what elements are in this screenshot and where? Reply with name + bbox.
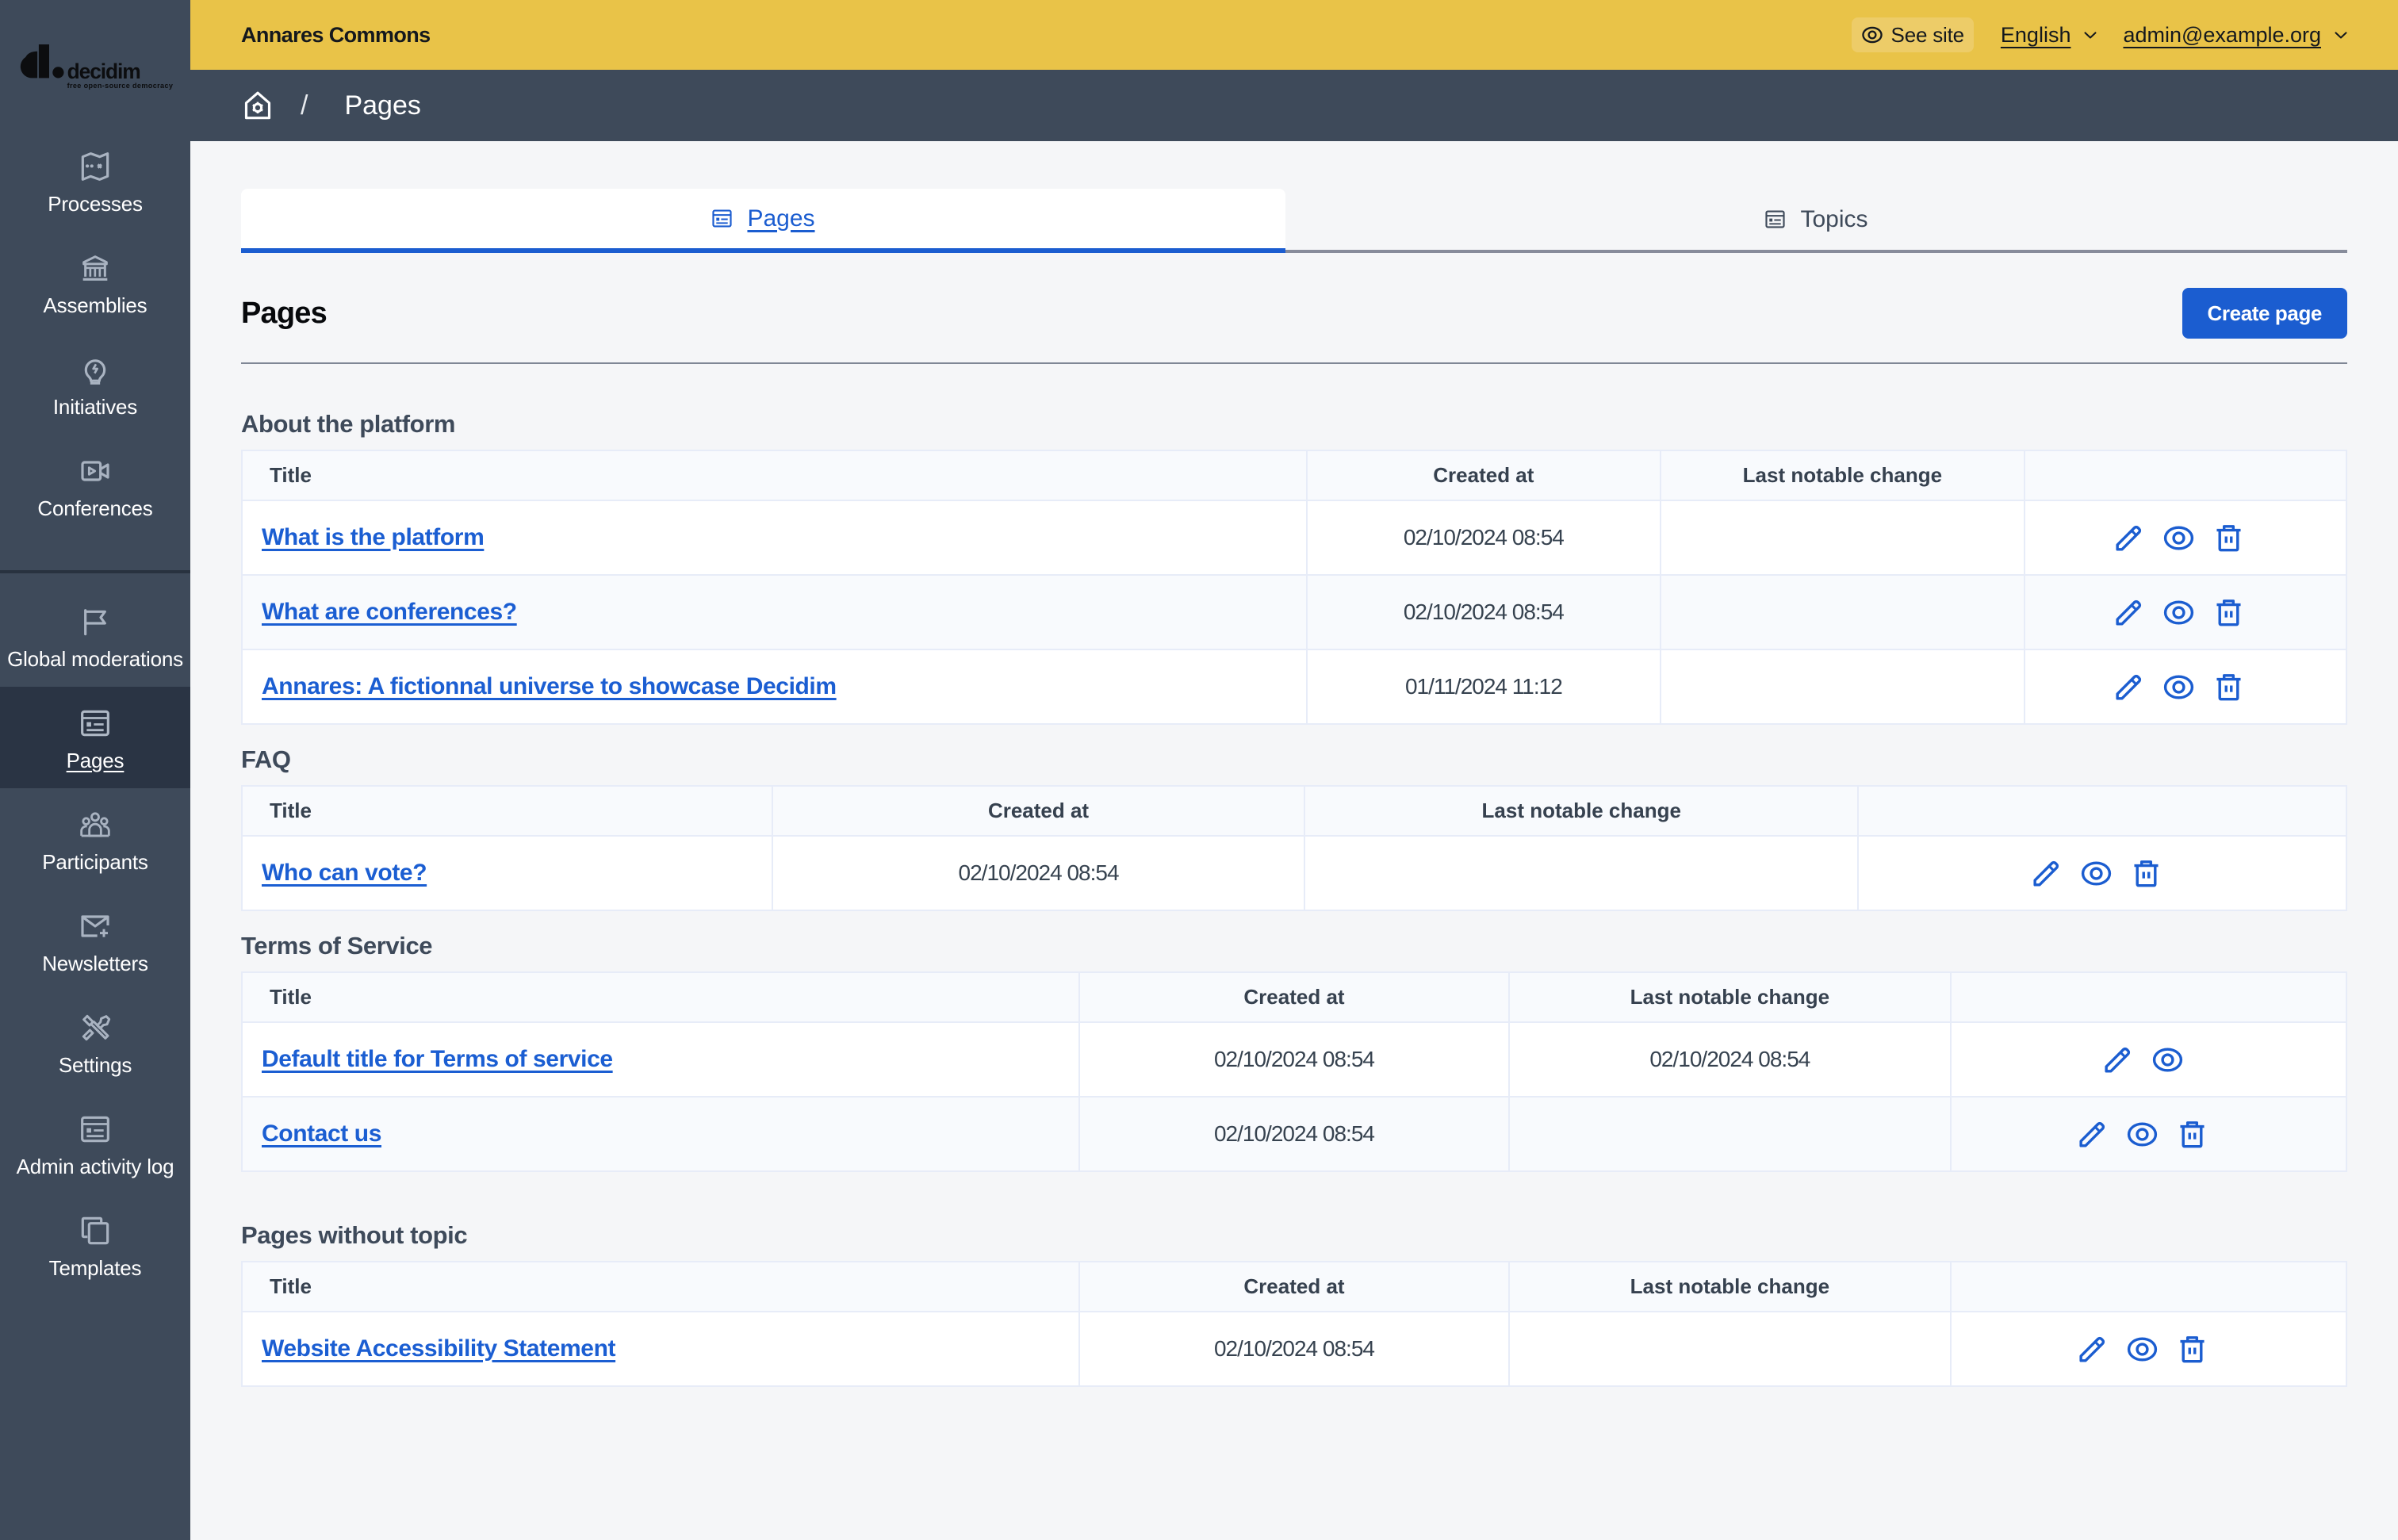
svg-text:decidim: decidim	[67, 59, 140, 83]
svg-text:free open-source democracy: free open-source democracy	[67, 82, 174, 90]
